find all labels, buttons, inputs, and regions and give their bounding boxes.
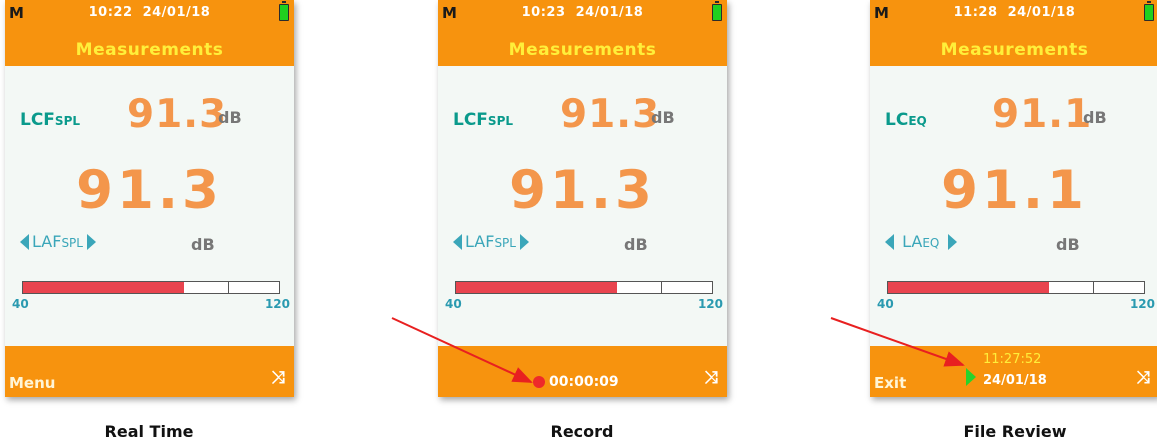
caption-file-review: File Review bbox=[963, 422, 1067, 441]
caption-record: Record bbox=[550, 422, 614, 441]
arrow-to-play-indicator bbox=[830, 317, 965, 367]
caption-real-time: Real Time bbox=[104, 422, 194, 441]
annotation-arrows bbox=[391, 317, 965, 383]
arrow-to-record-indicator bbox=[391, 317, 533, 383]
